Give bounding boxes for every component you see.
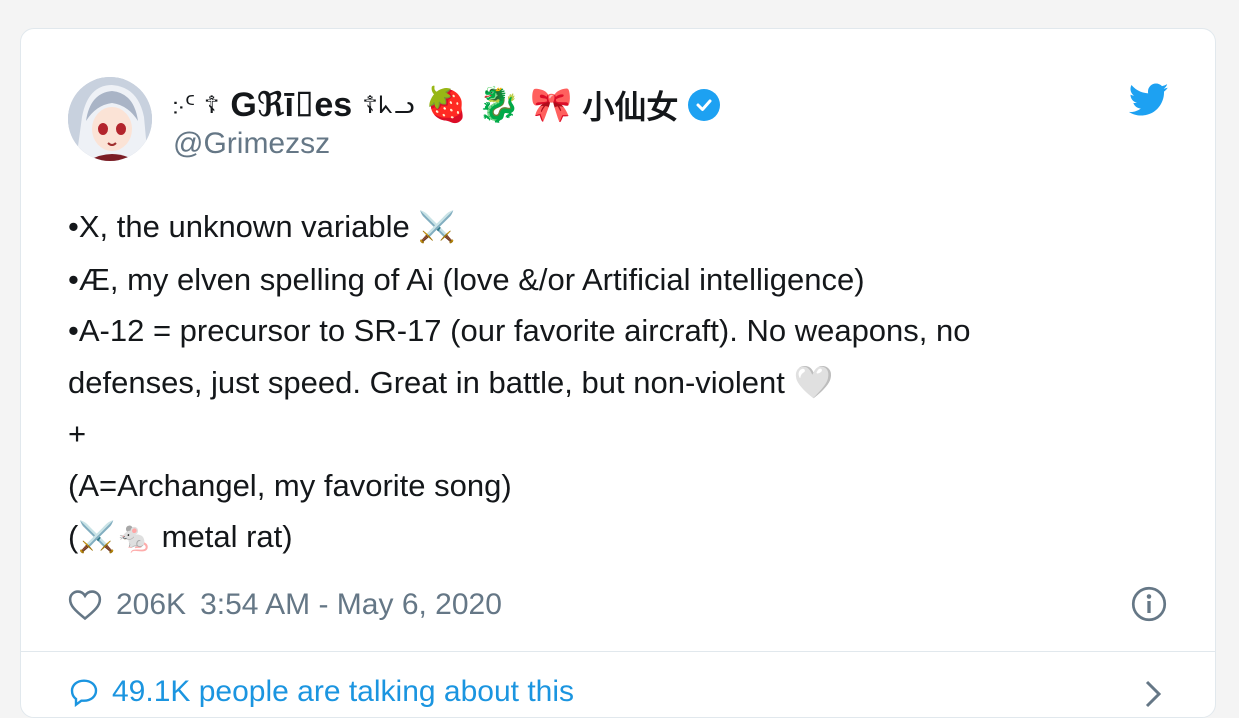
comment-bubble-icon — [70, 679, 98, 707]
mouse-emoji: 🐁 — [115, 521, 154, 554]
conversation-text: 49.1K people are talking about this — [112, 675, 574, 708]
display-name[interactable]: ჻ᑦ ☦ Gℜī⌷es ☦ᖾᓗ 🍓 🐉 🎀 小仙女 — [173, 83, 721, 127]
info-icon[interactable] — [1131, 586, 1167, 622]
conversation-link[interactable]: 49.1K people are talking about this — [68, 675, 574, 709]
strawberry-emoji: 🍓 — [425, 86, 468, 124]
crossed-swords-emoji: ⚔️ — [418, 211, 456, 244]
chevron-right-icon[interactable] — [1141, 679, 1165, 709]
tweet-line: •Æ, my elven spelling of Ai (love &/or A… — [68, 261, 865, 297]
crossed-swords-emoji: ⚔️ — [78, 521, 116, 554]
name-prefix: ჻ᑦ ☦ — [173, 91, 221, 119]
tweet-timestamp[interactable]: 3:54 AM - May 6, 2020 — [200, 588, 502, 622]
name-chinese: 小仙女 — [582, 88, 679, 126]
like-count[interactable]: 206K — [116, 588, 186, 622]
name-core: Gℜī⌷es — [230, 86, 353, 124]
tweet-line: •X, the unknown variable ⚔️ — [68, 209, 456, 244]
user-handle[interactable]: @Grimezsz — [173, 127, 330, 161]
tweet-line: defenses, just speed. Great in battle, b… — [68, 363, 834, 400]
dragon-emoji: 🐉 — [477, 86, 521, 124]
name-suffix: ☦ᖾᓗ — [362, 91, 416, 119]
like-heart-icon[interactable] — [68, 589, 102, 621]
tweet-line: (⚔️🐁 metal rat) — [68, 519, 293, 554]
ribbon-emoji: 🎀 — [530, 86, 573, 124]
verified-badge-icon — [688, 89, 721, 121]
tweet-text: •X, the unknown variable ⚔️ •Æ, my elven… — [68, 201, 1178, 564]
tweet-meta: 206K 3:54 AM - May 6, 2020 — [68, 585, 502, 625]
avatar-image — [68, 77, 152, 161]
avatar[interactable] — [68, 77, 152, 161]
divider — [21, 651, 1215, 652]
white-heart-emoji: 🤍 — [793, 363, 834, 400]
tweet-line: + — [68, 416, 87, 451]
twitter-bird-icon[interactable] — [1129, 83, 1169, 117]
tweet-card: ჻ᑦ ☦ Gℜī⌷es ☦ᖾᓗ 🍓 🐉 🎀 小仙女 @Grimezsz •X, … — [20, 28, 1216, 718]
tweet-line: •A-12 = precursor to SR-17 (our favorite… — [68, 313, 971, 348]
tweet-line: (A=Archangel, my favorite song) — [68, 467, 512, 503]
